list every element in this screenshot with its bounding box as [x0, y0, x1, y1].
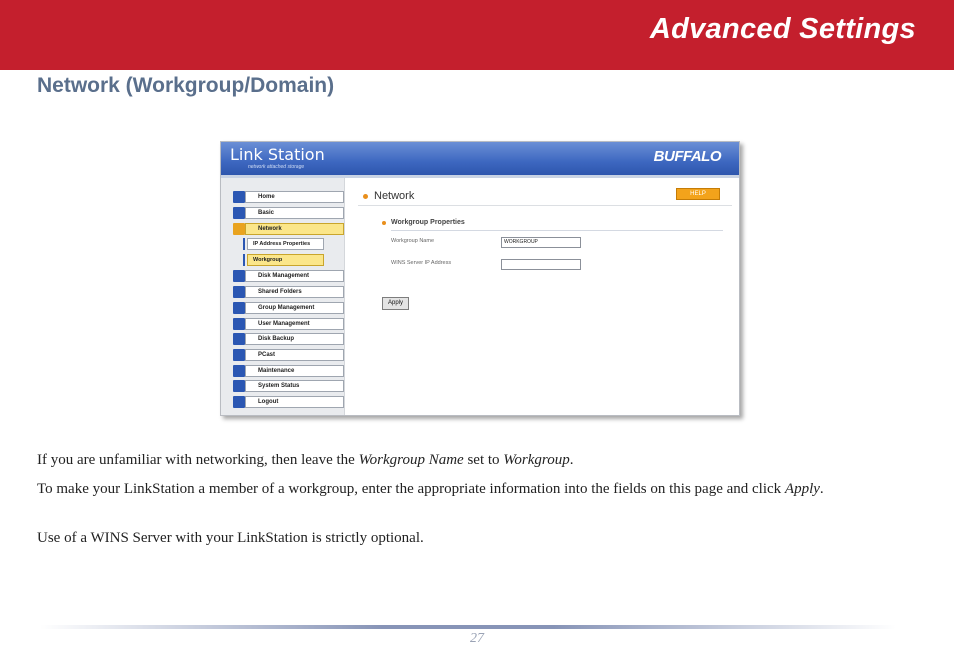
- workgroup-name-label: Workgroup Name: [391, 238, 434, 244]
- folder-icon: [233, 286, 245, 298]
- apply-button[interactable]: Apply: [382, 297, 409, 310]
- nav-label: System Status: [245, 380, 344, 392]
- nav-item-home[interactable]: Home: [233, 191, 344, 203]
- banner-title: Advanced Settings: [649, 13, 916, 45]
- nav-item-maintenance[interactable]: Maintenance: [233, 365, 344, 377]
- linkstation-logo-subtitle: network attached storage: [248, 164, 305, 170]
- pcast-icon: [233, 349, 245, 361]
- properties-divider: [391, 230, 723, 231]
- footer-rule: [40, 625, 896, 629]
- nav-item-basic[interactable]: Basic: [233, 207, 344, 219]
- workgroup-properties-title: Workgroup Properties: [391, 219, 465, 226]
- nav-label: Disk Backup: [245, 333, 344, 345]
- emphasis: Apply: [784, 481, 820, 497]
- text: If you are unfamiliar with networking, t…: [37, 452, 359, 468]
- section-heading: Network (Workgroup/Domain): [37, 74, 335, 97]
- basic-icon: [233, 207, 245, 219]
- screenshot-header: Link Station network attached storage BU…: [221, 142, 739, 175]
- subnav-item-workgroup[interactable]: Workgroup: [243, 254, 331, 266]
- bullet-icon: [382, 221, 386, 225]
- subnav-marker: [243, 254, 245, 266]
- bullet-icon: [363, 194, 368, 199]
- subnav-marker: [243, 238, 245, 250]
- nav-label: Home: [245, 191, 344, 203]
- nav-item-group-management[interactable]: Group Management: [233, 302, 344, 314]
- user-icon: [233, 318, 245, 330]
- paragraph-3: Use of a WINS Server with your LinkStati…: [37, 530, 424, 546]
- text: To make your LinkStation a member of a w…: [37, 481, 785, 497]
- page-number: 27: [470, 631, 484, 646]
- workgroup-name-input[interactable]: WORKGROUP: [501, 237, 581, 248]
- nav-item-network[interactable]: Network: [233, 223, 344, 235]
- content-divider: [358, 205, 732, 206]
- wins-server-label: WINS Server IP Address: [391, 260, 452, 266]
- nav-item-pcast[interactable]: PCast: [233, 349, 344, 361]
- nav-item-system-status[interactable]: System Status: [233, 380, 344, 392]
- emphasis: Workgroup Name: [358, 452, 464, 468]
- help-button[interactable]: HELP: [676, 188, 720, 200]
- text: .: [569, 452, 574, 468]
- disk-icon: [233, 270, 245, 282]
- nav-item-logout[interactable]: Logout: [233, 396, 344, 408]
- nav-item-shared-folders[interactable]: Shared Folders: [233, 286, 344, 298]
- wins-server-input[interactable]: [501, 259, 581, 270]
- text: set to: [463, 452, 504, 468]
- subnav-label: IP Address Properties: [247, 238, 324, 250]
- network-icon: [233, 223, 245, 235]
- subnav-label: Workgroup: [247, 254, 324, 266]
- subnav-item-ip-address[interactable]: IP Address Properties: [243, 238, 331, 250]
- nav-label: Network: [245, 223, 344, 235]
- linkstation-screenshot: Link Station network attached storage BU…: [220, 141, 740, 416]
- paragraph-2: To make your LinkStation a member of a w…: [37, 480, 917, 499]
- nav-label: Group Management: [245, 302, 344, 314]
- nav-label: Disk Management: [245, 270, 344, 282]
- group-icon: [233, 302, 245, 314]
- emphasis: Workgroup: [503, 452, 570, 468]
- nav-label: PCast: [245, 349, 344, 361]
- nav-label: Basic: [245, 207, 344, 219]
- nav-label: User Management: [245, 318, 344, 330]
- home-icon: [233, 191, 245, 203]
- nav-item-disk-management[interactable]: Disk Management: [233, 270, 344, 282]
- nav-item-disk-backup[interactable]: Disk Backup: [233, 333, 344, 345]
- nav-label: Logout: [245, 396, 344, 408]
- paragraph-1: If you are unfamiliar with networking, t…: [37, 451, 917, 470]
- maintenance-icon: [233, 365, 245, 377]
- backup-icon: [233, 333, 245, 345]
- text: .: [819, 481, 824, 497]
- content-title: Network: [374, 190, 415, 202]
- nav-label: Maintenance: [245, 365, 344, 377]
- nav-item-user-management[interactable]: User Management: [233, 318, 344, 330]
- buffalo-logo: BUFFALO: [653, 148, 722, 165]
- logout-icon: [233, 396, 245, 408]
- status-icon: [233, 380, 245, 392]
- header-banner: Advanced Settings: [0, 0, 954, 70]
- nav-label: Shared Folders: [245, 286, 344, 298]
- linkstation-logo: Link Station: [230, 145, 325, 164]
- screenshot-sidebar: Home Basic Network IP Address Properties…: [221, 178, 345, 415]
